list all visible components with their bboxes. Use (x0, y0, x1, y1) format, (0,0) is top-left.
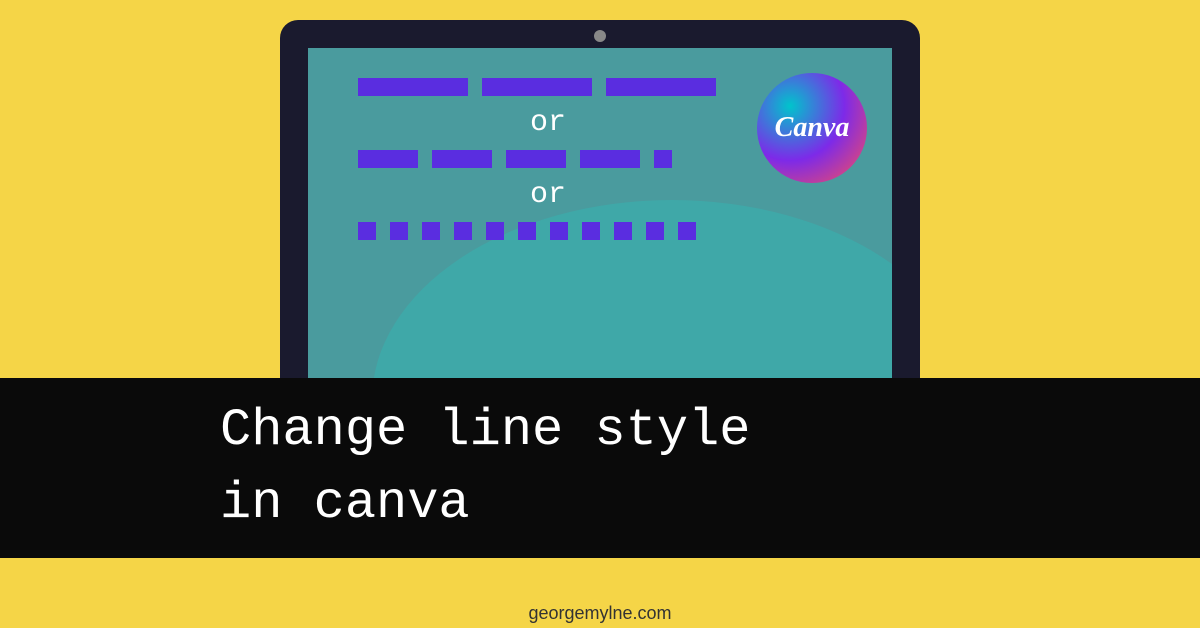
dash-segment (654, 150, 672, 168)
laptop-screen: Canva or or (308, 48, 892, 420)
separator-or-1: or (358, 106, 738, 140)
dash-segment (482, 78, 592, 96)
title-overlay: Change line style in canva (0, 378, 1200, 558)
canva-logo-text: Canva (775, 112, 850, 144)
webcam-icon (594, 30, 606, 42)
dash-segment (606, 78, 716, 96)
title-line-2: in canva (220, 474, 470, 533)
title-line-1: Change line style (220, 401, 751, 460)
line-style-long-dash (358, 78, 738, 96)
dash-segment (358, 222, 376, 240)
dash-segment (550, 222, 568, 240)
dash-segment (432, 150, 492, 168)
separator-or-2: or (358, 178, 738, 212)
dash-segment (454, 222, 472, 240)
laptop-lid: Canva or or (280, 20, 920, 440)
line-styles-demo: or or (358, 78, 738, 240)
dash-segment (358, 150, 418, 168)
line-style-dotted (358, 222, 738, 240)
dash-segment (358, 78, 468, 96)
dash-segment (582, 222, 600, 240)
dash-segment (580, 150, 640, 168)
dash-segment (506, 150, 566, 168)
dash-segment (614, 222, 632, 240)
title-text: Change line style in canva (220, 395, 751, 541)
dash-segment (422, 222, 440, 240)
dash-segment (390, 222, 408, 240)
line-style-medium-dash (358, 150, 738, 168)
dash-segment (646, 222, 664, 240)
footer-attribution: georgemylne.com (0, 603, 1200, 628)
canva-logo-icon: Canva (757, 73, 867, 183)
dash-segment (518, 222, 536, 240)
dash-segment (678, 222, 696, 240)
dash-segment (486, 222, 504, 240)
